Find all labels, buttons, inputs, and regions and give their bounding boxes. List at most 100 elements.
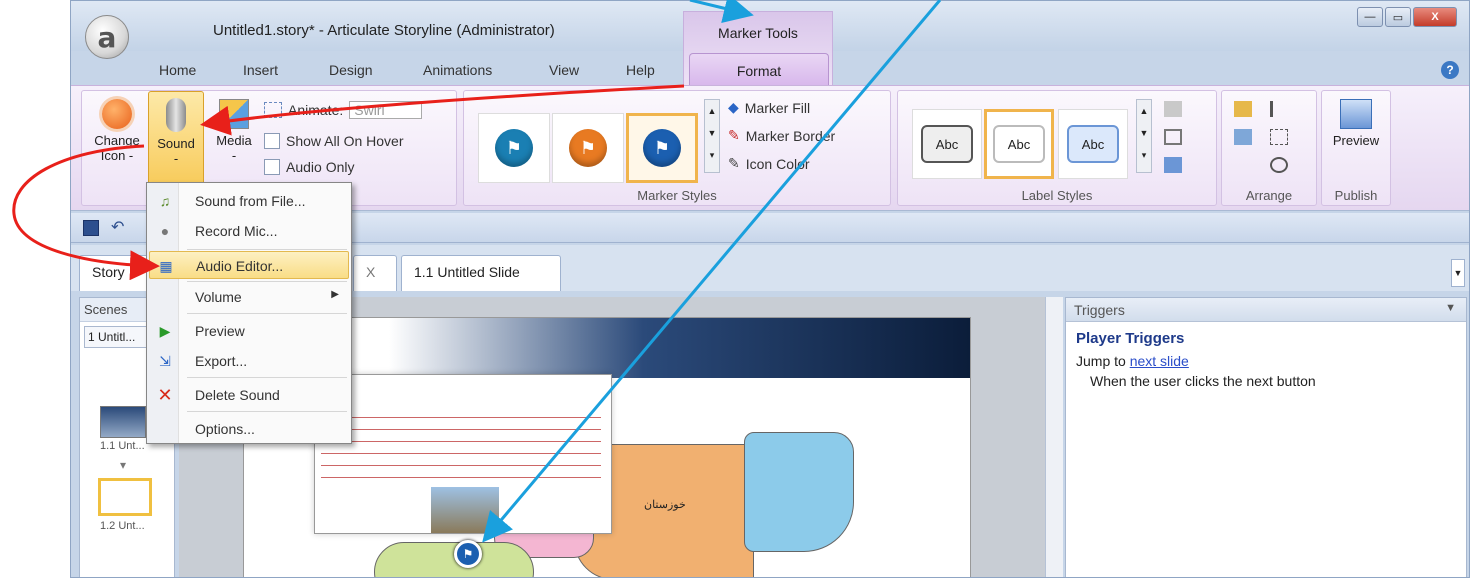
audio-only-row[interactable]: Audio Only	[264, 159, 354, 175]
menu-item-options[interactable]: Options...	[149, 415, 349, 443]
save-icon[interactable]	[83, 220, 99, 236]
delete-icon: ✕	[157, 384, 173, 405]
menu-item-label: Volume	[195, 289, 242, 305]
marker-tools-label: Marker Tools	[718, 25, 798, 41]
media-button[interactable]: Media -	[210, 99, 258, 163]
group-arrange: Arrange	[1221, 90, 1317, 206]
close-tab-icon[interactable]: X	[353, 255, 397, 291]
menu-separator	[187, 377, 347, 378]
triggers-dropdown-icon[interactable]: ▼	[1445, 302, 1456, 314]
icon-color-row[interactable]: ✎ Icon Color	[728, 155, 810, 172]
menu-item-preview[interactable]: ▶ Preview	[149, 317, 349, 345]
menu-separator	[187, 411, 347, 412]
audio-editor-icon: ▦	[159, 257, 173, 274]
label-photo	[431, 487, 499, 533]
help-icon[interactable]: ?	[1441, 61, 1459, 79]
window-controls: — ▭ X	[1357, 7, 1457, 27]
tabs-dropdown-icon[interactable]: ▼	[1451, 259, 1465, 287]
play-icon: ▶	[159, 322, 171, 339]
marker-style-orange[interactable]: ⚑	[552, 113, 624, 183]
send-backward-icon[interactable]	[1234, 129, 1252, 145]
marker-style-blue[interactable]: ⚑	[478, 113, 550, 183]
show-all-on-hover-checkbox[interactable]	[264, 133, 280, 149]
show-all-on-hover-row[interactable]: Show All On Hover	[264, 133, 404, 149]
audio-only-checkbox[interactable]	[264, 159, 280, 175]
marker-pin-icon[interactable]: ⚑	[454, 540, 482, 568]
preview-icon	[1340, 99, 1372, 129]
microphone-icon	[166, 98, 186, 132]
tab-format[interactable]: Format	[689, 53, 829, 85]
marker-styles-scroll[interactable]: ▲ ▼ ▾	[704, 99, 720, 173]
align-icon[interactable]	[1270, 101, 1288, 117]
shape-outline-icon[interactable]	[1164, 129, 1182, 145]
map-label: خوزستان	[644, 499, 686, 511]
articulate-logo-icon[interactable]: a	[85, 15, 129, 59]
animate-select[interactable]: Swirl	[349, 101, 422, 119]
animate-icon	[264, 102, 282, 118]
tab-view[interactable]: View	[549, 62, 579, 78]
tab-design[interactable]: Design	[329, 62, 373, 78]
label-text-box[interactable]	[314, 374, 612, 534]
rotate-icon[interactable]	[1270, 157, 1288, 173]
preview-button[interactable]: Preview	[1326, 99, 1386, 148]
pencil-icon: ✎	[728, 127, 740, 143]
show-all-on-hover-label: Show All On Hover	[286, 133, 404, 149]
media-sub: -	[231, 148, 237, 163]
change-icon-label: Change	[94, 133, 140, 148]
minimize-button[interactable]: —	[1357, 7, 1383, 27]
menu-item-audio-editor[interactable]: ▦ Audio Editor...	[149, 251, 349, 279]
tab-home[interactable]: Home	[159, 62, 196, 78]
menu-item-export[interactable]: ⇲ Export...	[149, 347, 349, 375]
sound-sub: -	[173, 151, 179, 166]
shape-fill-icon[interactable]	[1164, 101, 1182, 117]
slide-thumbnail-2[interactable]	[98, 478, 152, 516]
shape-effects-icon[interactable]	[1164, 157, 1182, 173]
label-style-sample: Abc	[921, 125, 973, 163]
menu-item-label: Delete Sound	[195, 387, 280, 403]
microphone-icon: ●	[160, 223, 170, 239]
preview-label: Preview	[1332, 133, 1380, 148]
menu-item-delete-sound[interactable]: ✕ Delete Sound	[149, 381, 349, 409]
menu-item-sound-from-file[interactable]: ♫ Sound from File...	[149, 187, 349, 215]
sound-dropdown-menu: ♫ Sound from File... ● Record Mic... ▦ A…	[146, 182, 352, 444]
marker-fill-row[interactable]: ◆ Marker Fill	[728, 99, 810, 116]
marker-border-label: Marker Border	[745, 127, 836, 144]
group-label-styles: Abc Abc Abc ▲ ▼ ▾ Label Styles	[897, 90, 1217, 206]
undo-icon[interactable]: ↶	[111, 217, 124, 237]
tab-slide[interactable]: 1.1 Untitled Slide	[401, 255, 561, 291]
trigger-next-slide-link[interactable]: next slide	[1130, 353, 1189, 369]
tab-help[interactable]: Help	[626, 62, 655, 78]
change-icon-button[interactable]: Change Icon -	[88, 99, 146, 163]
sound-label: Sound	[157, 136, 195, 151]
slide-banner	[244, 318, 970, 378]
label-styles-scroll[interactable]: ▲ ▼ ▾	[1136, 99, 1152, 173]
menu-item-label: Export...	[195, 353, 248, 369]
menu-item-label: Options...	[195, 421, 255, 437]
marker-fill-label: Marker Fill	[744, 99, 811, 116]
slide-thumbnail-2-label: 1.2 Unt...	[100, 520, 145, 532]
menu-separator	[187, 313, 347, 314]
sound-file-icon: ♫	[159, 193, 171, 209]
trigger-row[interactable]: Jump to next slide	[1066, 351, 1466, 371]
maximize-button[interactable]: ▭	[1385, 7, 1411, 27]
tab-insert[interactable]: Insert	[243, 62, 278, 78]
slide-thumbnail-1[interactable]	[100, 406, 146, 438]
tab-animations[interactable]: Animations	[423, 62, 492, 78]
pencil-icon: ✎	[728, 155, 740, 171]
triggers-panel-header: Triggers ▼	[1066, 298, 1466, 322]
marker-border-row[interactable]: ✎ Marker Border	[728, 127, 835, 144]
label-style-white-selected[interactable]: Abc	[984, 109, 1054, 179]
label-style-gray[interactable]: Abc	[912, 109, 982, 179]
triggers-panel-title: Triggers	[1074, 302, 1125, 318]
marker-style-navy-selected[interactable]: ⚑	[626, 113, 698, 183]
stage-vertical-scrollbar[interactable]	[1045, 297, 1063, 577]
label-style-blue[interactable]: Abc	[1058, 109, 1128, 179]
bring-forward-icon[interactable]	[1234, 101, 1252, 117]
menu-item-record-mic[interactable]: ● Record Mic...	[149, 217, 349, 245]
group-icon[interactable]	[1270, 129, 1288, 145]
menu-item-volume[interactable]: Volume ▶	[149, 283, 349, 311]
slide-canvas[interactable]: خوزستان ⚑	[243, 317, 971, 577]
close-button[interactable]: X	[1413, 7, 1457, 27]
title-bar: a Untitled1.story* - Articulate Storylin…	[71, 1, 1469, 91]
map-region-blue	[744, 432, 854, 552]
